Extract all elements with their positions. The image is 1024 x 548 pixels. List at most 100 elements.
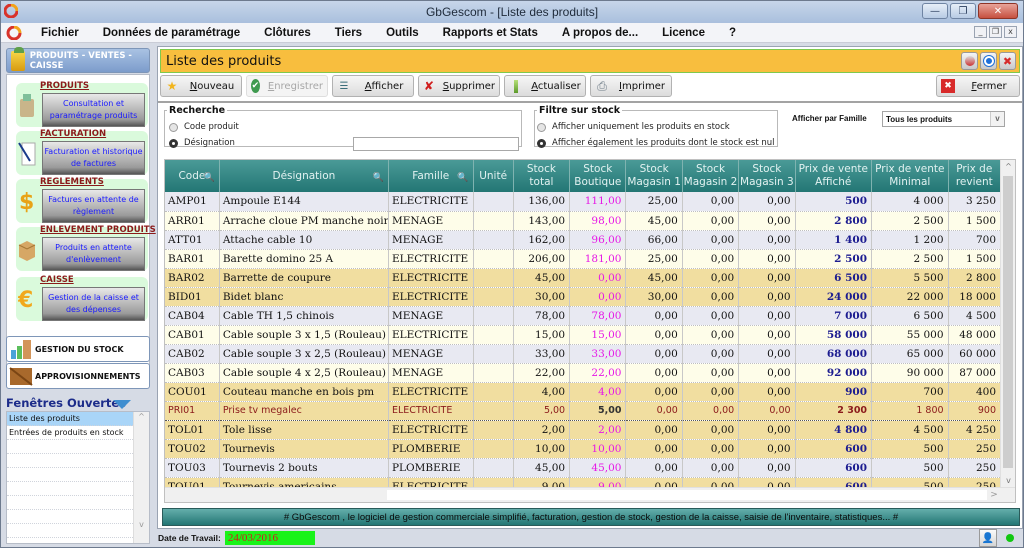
cell-stock-mag2[interactable]: 0,00 bbox=[682, 192, 740, 212]
cell-famille[interactable]: MENAGE bbox=[388, 230, 474, 250]
cell-stock-boutique[interactable]: 181,00 bbox=[569, 249, 627, 269]
cell-designation[interactable]: Arrache cloue PM manche noir bbox=[219, 211, 389, 231]
cell-stock-mag3[interactable]: 0,00 bbox=[738, 192, 796, 212]
module-button[interactable]: Gestion de la caisse et des dépenses bbox=[42, 287, 145, 321]
module-button[interactable]: Consultation et paramétrage produits bbox=[42, 93, 145, 127]
cell-stock-mag1[interactable]: 0,00 bbox=[625, 325, 683, 345]
cell-stock-mag3[interactable]: 0,00 bbox=[738, 268, 796, 288]
cell-stock-mag2[interactable]: 0,00 bbox=[682, 325, 740, 345]
cell-prix-minimal[interactable]: 2 500 bbox=[871, 249, 949, 269]
cell-stock-mag2[interactable]: 0,00 bbox=[682, 268, 740, 288]
cell-prix-revient[interactable]: 4 250 bbox=[948, 420, 1002, 440]
cell-code[interactable]: BAR01 bbox=[165, 249, 220, 269]
cell-prix-affiche[interactable]: 24 000 bbox=[795, 287, 873, 307]
cell-stock-mag1[interactable]: 66,00 bbox=[625, 230, 683, 250]
child-close-button[interactable]: ✖ bbox=[999, 52, 1016, 70]
search-icon[interactable]: 🔍 bbox=[457, 172, 468, 185]
chevron-down-icon[interactable]: v bbox=[990, 112, 1004, 126]
radio-designation[interactable]: Désignation bbox=[169, 138, 235, 148]
cell-prix-minimal[interactable]: 1 200 bbox=[871, 230, 949, 250]
module-title[interactable]: REGLEMENTS bbox=[40, 177, 104, 187]
table-row[interactable]: BAR01 Barette domino 25 A ELECTRICITE 206,0… bbox=[165, 249, 1002, 269]
cell-famille[interactable]: ELECTRICITE bbox=[388, 192, 474, 212]
cell-prix-affiche[interactable]: 2 300 bbox=[795, 400, 873, 421]
menu-fichier[interactable]: Fichier bbox=[29, 27, 91, 39]
cell-famille[interactable]: ELECTRICITE bbox=[388, 325, 474, 345]
nouveau-button[interactable]: ★ Nouveau bbox=[160, 75, 242, 97]
table-row[interactable]: BAR02 Barrette de coupure ELECTRICITE 45,00… bbox=[165, 268, 1002, 288]
cell-code[interactable]: PRI01 bbox=[165, 400, 220, 421]
cell-prix-minimal[interactable]: 4 500 bbox=[871, 420, 949, 440]
menu-tiers[interactable]: Tiers bbox=[323, 27, 374, 39]
sidebar-section-header[interactable]: PRODUITS - VENTES - CAISSE bbox=[6, 46, 150, 73]
mdi-restore-button[interactable]: ❐ bbox=[989, 26, 1002, 38]
cell-famille[interactable]: PLOMBERIE bbox=[388, 439, 474, 459]
cell-stock-mag3[interactable]: 0,00 bbox=[738, 420, 796, 440]
cell-unite[interactable] bbox=[473, 306, 514, 326]
cell-designation[interactable]: Ampoule E144 bbox=[219, 192, 389, 212]
cell-unite[interactable] bbox=[473, 458, 514, 478]
cell-stock-boutique[interactable]: 0,00 bbox=[569, 268, 627, 288]
sidebar-tab-approvisionnements[interactable]: APPROVISIONNEMENTS bbox=[6, 363, 150, 389]
cell-stock-mag1[interactable]: 30,00 bbox=[625, 287, 683, 307]
cell-designation[interactable]: Couteau manche en bois pm bbox=[219, 382, 389, 402]
cell-stock-mag3[interactable]: 0,00 bbox=[738, 230, 796, 250]
cell-stock-mag3[interactable]: 0,00 bbox=[738, 211, 796, 231]
supprimer-button[interactable]: ✘ Supprimer bbox=[418, 75, 500, 97]
table-row[interactable]: COU01 Couteau manche en bois pm ELECTRICIT… bbox=[165, 382, 1002, 402]
cell-designation[interactable]: Cable souple 3 x 2,5 (Rouleau) bbox=[219, 344, 389, 364]
grid-horizontal-scrollbar[interactable]: < > bbox=[165, 487, 1015, 502]
cell-stock-mag2[interactable]: 0,00 bbox=[682, 306, 740, 326]
cell-unite[interactable] bbox=[473, 268, 514, 288]
radio-button[interactable] bbox=[169, 138, 178, 148]
cell-stock-mag1[interactable]: 25,00 bbox=[625, 249, 683, 269]
minimize-button[interactable]: — bbox=[922, 3, 948, 19]
radio-button[interactable] bbox=[169, 122, 178, 132]
cell-stock-mag3[interactable]: 0,00 bbox=[738, 400, 796, 421]
search-icon[interactable]: 🔍 bbox=[204, 172, 215, 185]
module-title[interactable]: CAISSE bbox=[40, 275, 74, 285]
cell-stock-mag3[interactable]: 0,00 bbox=[738, 287, 796, 307]
cell-famille[interactable]: ELECTRICITE bbox=[388, 382, 474, 402]
cell-stock-boutique[interactable]: 0,00 bbox=[569, 287, 627, 307]
cell-stock-mag2[interactable]: 0,00 bbox=[682, 363, 740, 383]
cell-unite[interactable] bbox=[473, 211, 514, 231]
menu-rapports-stats[interactable]: Rapports et Stats bbox=[431, 27, 550, 39]
radio-stock-nul[interactable]: Afficher également les produits dont le … bbox=[537, 138, 775, 148]
cell-prix-minimal[interactable]: 6 500 bbox=[871, 306, 949, 326]
cell-stock-mag3[interactable]: 0,00 bbox=[738, 458, 796, 478]
enregistrer-button[interactable]: ✔ Enregistrer bbox=[246, 75, 328, 97]
cell-stock-total[interactable]: 206,00 bbox=[513, 249, 571, 269]
cell-famille[interactable]: ELECTRICITE bbox=[388, 287, 474, 307]
cell-stock-mag1[interactable]: 0,00 bbox=[625, 420, 683, 440]
cell-prix-revient[interactable]: 1 500 bbox=[948, 249, 1002, 269]
column-header-prix-minimal[interactable]: Prix de vente Minimal bbox=[871, 160, 949, 192]
cell-stock-boutique[interactable]: 22,00 bbox=[569, 363, 627, 383]
cell-unite[interactable] bbox=[473, 192, 514, 212]
cell-stock-mag1[interactable]: 0,00 bbox=[625, 382, 683, 402]
menu-outils[interactable]: Outils bbox=[374, 27, 431, 39]
imprimer-button[interactable]: ⎙ Imprimer bbox=[590, 75, 672, 97]
cell-prix-affiche[interactable]: 1 400 bbox=[795, 230, 873, 250]
cell-stock-mag1[interactable]: 0,00 bbox=[625, 439, 683, 459]
cell-prix-affiche[interactable]: 900 bbox=[795, 382, 873, 402]
cell-code[interactable]: TOL01 bbox=[165, 420, 220, 440]
cell-prix-minimal[interactable]: 55 000 bbox=[871, 325, 949, 345]
cell-prix-minimal[interactable]: 500 bbox=[871, 439, 949, 459]
cell-prix-revient[interactable]: 2 800 bbox=[948, 268, 1002, 288]
cell-prix-affiche[interactable]: 2 500 bbox=[795, 249, 873, 269]
column-header-stock-total[interactable]: Stock total bbox=[513, 160, 571, 192]
user-button[interactable]: 👤 bbox=[979, 529, 997, 547]
cell-code[interactable]: ATT01 bbox=[165, 230, 220, 250]
cell-stock-mag3[interactable]: 0,00 bbox=[738, 382, 796, 402]
table-row-selected[interactable]: PRI01 Prise tv megalec ELECTRICITE 5,00 5,00… bbox=[165, 400, 1002, 421]
open-window-item[interactable]: Entrées de produits en stock bbox=[7, 426, 133, 440]
cell-stock-total[interactable]: 45,00 bbox=[513, 268, 571, 288]
cell-designation[interactable]: Tournevis bbox=[219, 439, 389, 459]
cell-stock-total[interactable]: 4,00 bbox=[513, 382, 571, 402]
table-row[interactable]: AMP01 Ampoule E144 ELECTRICITE 136,00 111,00… bbox=[165, 192, 1002, 212]
table-row[interactable]: TOL01 Tole lisse ELECTRICITE 2,00 2,00 0,00 0,… bbox=[165, 420, 1002, 440]
cell-stock-mag2[interactable]: 0,00 bbox=[682, 458, 740, 478]
sidebar-tab-gestion-stock[interactable]: GESTION DU STOCK bbox=[6, 336, 150, 362]
module-button[interactable]: Facturation et historique de factures bbox=[42, 141, 145, 175]
